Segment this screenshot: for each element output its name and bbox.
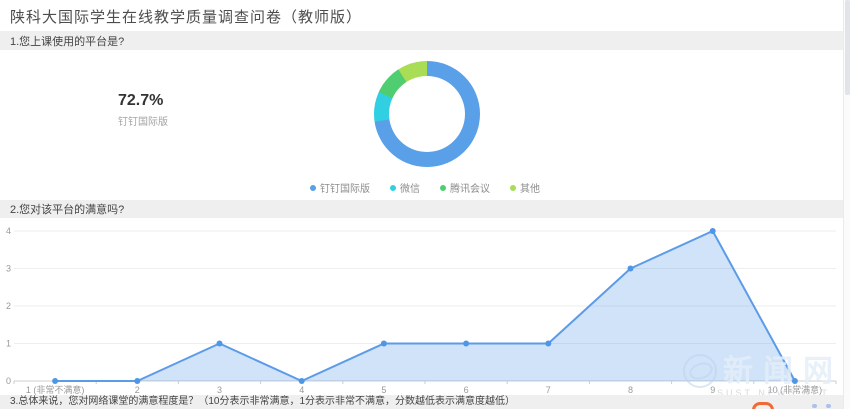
legend-dot-icon	[390, 185, 396, 191]
x-axis-tick-label: 6	[464, 385, 469, 395]
x-axis-tick-label: 5	[381, 385, 386, 395]
data-point[interactable]	[381, 341, 387, 347]
x-axis-tick-label: 7	[546, 385, 551, 395]
question-2-header: 2.您对该平台的满意吗?	[0, 200, 845, 218]
data-point[interactable]	[628, 266, 634, 272]
x-axis-tick-label: 8	[628, 385, 633, 395]
legend-dot-icon	[440, 185, 446, 191]
x-axis-tick-label: 9	[710, 385, 715, 395]
legend-item[interactable]: 其他	[510, 180, 540, 195]
data-point[interactable]	[710, 228, 716, 234]
data-point[interactable]	[463, 341, 469, 347]
legend-label: 其他	[520, 180, 540, 195]
legend-item[interactable]: 腾讯会议	[440, 180, 490, 195]
question-3-header: 3.总体来说，您对网络课堂的满意程度是？（10分表示非常满意，1分表示非常不满意…	[0, 395, 845, 409]
question-3-label: 3.总体来说，您对网络课堂的满意程度是？（10分表示非常满意，1分表示非常不满意…	[10, 395, 515, 408]
cropped-blue-fragment	[826, 404, 831, 408]
legend-item[interactable]: 钉钉国际版	[310, 180, 370, 195]
x-axis-tick-label: 3	[217, 385, 222, 395]
survey-results-page: 陕科大国际学生在线教学质量调查问卷（教师版） 1.您上课使用的平台是? 72.7…	[0, 0, 850, 409]
legend-label: 腾讯会议	[450, 180, 490, 195]
pie-stat-block: 72.7% 钉钉国际版	[118, 92, 168, 128]
data-point[interactable]	[52, 378, 58, 384]
y-axis-tick-label: 2	[6, 301, 11, 311]
y-axis-tick-label: 0	[6, 376, 11, 386]
donut-hole	[389, 76, 465, 152]
y-axis-tick-label: 4	[6, 226, 11, 236]
scrollbar-thumb[interactable]	[845, 0, 850, 95]
pie-stat-label: 钉钉国际版	[118, 113, 168, 128]
legend-label: 钉钉国际版	[320, 180, 370, 195]
x-axis-tick-label: 4	[299, 385, 304, 395]
legend-item[interactable]: 微信	[390, 180, 420, 195]
pie-chart-legend: 钉钉国际版 微信 腾讯会议 其他	[0, 180, 850, 195]
page-title: 陕科大国际学生在线教学质量调查问卷（教师版）	[10, 6, 362, 27]
legend-dot-icon	[510, 185, 516, 191]
x-axis-tick-label: 10 (非常满意)	[768, 384, 823, 395]
cropped-blue-fragment	[812, 404, 817, 408]
satisfaction-area-chart[interactable]: 0 1 2 3 4 1 (非常不满意) 2 3 4 5 6 7 8 9 10 (非常满意)	[0, 218, 850, 395]
question-1-label: 1.您上课使用的平台是?	[10, 33, 124, 49]
cropped-logo-fragment	[752, 402, 774, 409]
donut-chart[interactable]	[374, 61, 480, 167]
y-axis-tick-label: 3	[6, 264, 11, 274]
x-axis-tick-label: 1 (非常不满意)	[26, 384, 85, 395]
vertical-scrollbar[interactable]	[843, 0, 850, 409]
question-1-header: 1.您上课使用的平台是?	[0, 31, 845, 50]
y-axis-tick-label: 1	[6, 339, 11, 349]
question-2-label: 2.您对该平台的满意吗?	[10, 201, 124, 217]
data-point[interactable]	[792, 378, 798, 384]
legend-dot-icon	[310, 185, 316, 191]
data-point[interactable]	[545, 341, 551, 347]
data-point[interactable]	[299, 378, 305, 384]
data-point[interactable]	[134, 378, 140, 384]
x-axis-tick-label: 2	[135, 385, 140, 395]
pie-stat-value: 72.7%	[118, 92, 168, 110]
data-point[interactable]	[217, 341, 223, 347]
legend-label: 微信	[400, 180, 420, 195]
